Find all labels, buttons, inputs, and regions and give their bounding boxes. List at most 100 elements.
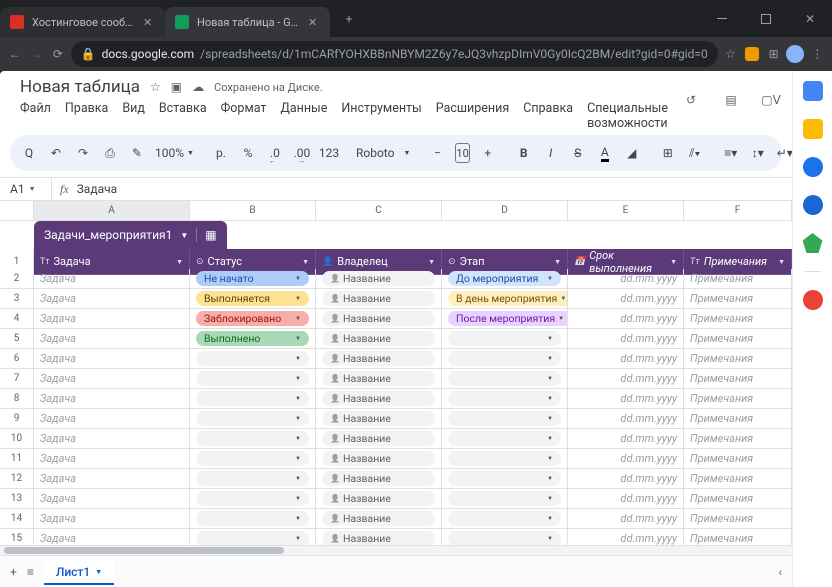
decrease-decimal-button[interactable]: .0←: [266, 142, 284, 164]
row-header[interactable]: 11: [0, 449, 34, 469]
menu-button[interactable]: ⋮: [808, 40, 826, 68]
cell-date[interactable]: dd.mm.yyyy: [568, 529, 684, 545]
back-button[interactable]: ←: [6, 40, 24, 68]
cell-notes[interactable]: Примечания: [684, 349, 792, 369]
column-header[interactable]: F: [684, 201, 792, 220]
paint-format-button[interactable]: ✎: [128, 142, 146, 164]
currency-button[interactable]: р.: [212, 142, 230, 164]
percent-button[interactable]: %: [239, 142, 257, 164]
cell-status[interactable]: ▼: [190, 529, 316, 545]
row-header[interactable]: 8: [0, 389, 34, 409]
cell-stage[interactable]: До мероприятия▼: [442, 269, 568, 289]
menu-item[interactable]: Справка: [523, 101, 573, 131]
column-header[interactable]: C: [316, 201, 442, 220]
number-format-button[interactable]: 123: [320, 142, 338, 164]
cell-task[interactable]: Задача: [34, 509, 190, 529]
search-menus-button[interactable]: Q: [20, 142, 38, 164]
cell-stage[interactable]: ▼: [442, 449, 568, 469]
cell-status[interactable]: Выполняется▼: [190, 289, 316, 309]
row-header[interactable]: 3: [0, 289, 34, 309]
menu-item[interactable]: Данные: [280, 101, 327, 131]
extensions-button[interactable]: ⊞: [765, 40, 783, 68]
borders-button[interactable]: ⊞: [659, 142, 677, 164]
star-icon[interactable]: ☆: [150, 80, 161, 94]
cell-notes[interactable]: Примечания: [684, 389, 792, 409]
cell-owner[interactable]: Название: [316, 369, 442, 389]
row-header[interactable]: 12: [0, 469, 34, 489]
move-icon[interactable]: ▣: [171, 80, 182, 94]
formula-input[interactable]: Задача: [77, 182, 117, 196]
cell-stage[interactable]: ▼: [442, 429, 568, 449]
cell-status[interactable]: ▼: [190, 469, 316, 489]
calendar-icon[interactable]: [803, 81, 823, 101]
extension-button[interactable]: [743, 40, 761, 68]
cell-date[interactable]: dd.mm.yyyy: [568, 489, 684, 509]
comments-button[interactable]: ▤: [718, 87, 744, 113]
sheet-tab[interactable]: Лист1▼: [44, 559, 114, 585]
meet-button[interactable]: ▢ᐯ: [758, 87, 784, 113]
cell-notes[interactable]: Примечания: [684, 509, 792, 529]
row-header[interactable]: 15: [0, 529, 34, 545]
cell-status[interactable]: ▼: [190, 409, 316, 429]
cell-notes[interactable]: Примечания: [684, 269, 792, 289]
explore-button[interactable]: ‹: [778, 565, 782, 579]
cell-notes[interactable]: Примечания: [684, 529, 792, 545]
cell-date[interactable]: dd.mm.yyyy: [568, 349, 684, 369]
cell-date[interactable]: dd.mm.yyyy: [568, 469, 684, 489]
row-header[interactable]: 13: [0, 489, 34, 509]
cell-notes[interactable]: Примечания: [684, 489, 792, 509]
cell-stage[interactable]: ▼: [442, 529, 568, 545]
cell-notes[interactable]: Примечания: [684, 369, 792, 389]
cell-date[interactable]: dd.mm.yyyy: [568, 429, 684, 449]
fill-color-button[interactable]: ◢: [623, 142, 641, 164]
contacts-icon[interactable]: [803, 195, 823, 215]
row-header[interactable]: 6: [0, 349, 34, 369]
keep-icon[interactable]: [803, 119, 823, 139]
cell-notes[interactable]: Примечания: [684, 309, 792, 329]
browser-tab[interactable]: Хостинговое сообщество «Tin ✕: [0, 7, 165, 37]
cell-status[interactable]: ▼: [190, 429, 316, 449]
cell-owner[interactable]: Название: [316, 469, 442, 489]
strike-button[interactable]: S: [569, 142, 587, 164]
maps-icon[interactable]: [803, 233, 823, 253]
cell-task[interactable]: Задача: [34, 529, 190, 545]
cell-task[interactable]: Задача: [34, 369, 190, 389]
cell-stage[interactable]: ▼: [442, 389, 568, 409]
cell-notes[interactable]: Примечания: [684, 429, 792, 449]
reload-button[interactable]: ⟳: [49, 40, 67, 68]
bookmark-button[interactable]: ☆: [722, 40, 740, 68]
cell-task[interactable]: Задача: [34, 429, 190, 449]
text-color-button[interactable]: A: [596, 142, 614, 164]
all-sheets-button[interactable]: ≡: [27, 565, 34, 579]
cell-stage[interactable]: В день мероприятия▼: [442, 289, 568, 309]
font-size-input[interactable]: 10: [455, 143, 469, 163]
cell-date[interactable]: dd.mm.yyyy: [568, 409, 684, 429]
row-header[interactable]: 2: [0, 269, 34, 289]
cell-owner[interactable]: Название: [316, 489, 442, 509]
cell-date[interactable]: dd.mm.yyyy: [568, 309, 684, 329]
italic-button[interactable]: I: [542, 142, 560, 164]
bold-button[interactable]: B: [515, 142, 533, 164]
cell-owner[interactable]: Название: [316, 389, 442, 409]
row-header[interactable]: 7: [0, 369, 34, 389]
menu-item[interactable]: Расширения: [436, 101, 509, 131]
cell-notes[interactable]: Примечания: [684, 449, 792, 469]
cell-task[interactable]: Задача: [34, 289, 190, 309]
close-window-button[interactable]: ✕: [788, 0, 832, 37]
browser-tab[interactable]: Новая таблица - Google Табл ✕: [165, 7, 330, 37]
cell-owner[interactable]: Название: [316, 429, 442, 449]
cell-notes[interactable]: Примечания: [684, 469, 792, 489]
minimize-button[interactable]: [700, 0, 744, 37]
history-button[interactable]: ↺: [678, 87, 704, 113]
cell-task[interactable]: Задача: [34, 469, 190, 489]
cell-owner[interactable]: Название: [316, 289, 442, 309]
column-header[interactable]: A: [34, 201, 190, 220]
forward-button[interactable]: →: [28, 40, 46, 68]
document-title[interactable]: Новая таблица: [20, 77, 140, 97]
font-select[interactable]: Roboto▼: [356, 146, 410, 160]
close-icon[interactable]: ✕: [143, 16, 155, 28]
cell-notes[interactable]: Примечания: [684, 289, 792, 309]
redo-button[interactable]: ↷: [74, 142, 92, 164]
cell-task[interactable]: Задача: [34, 309, 190, 329]
table-grid-icon[interactable]: ▦: [205, 228, 216, 242]
